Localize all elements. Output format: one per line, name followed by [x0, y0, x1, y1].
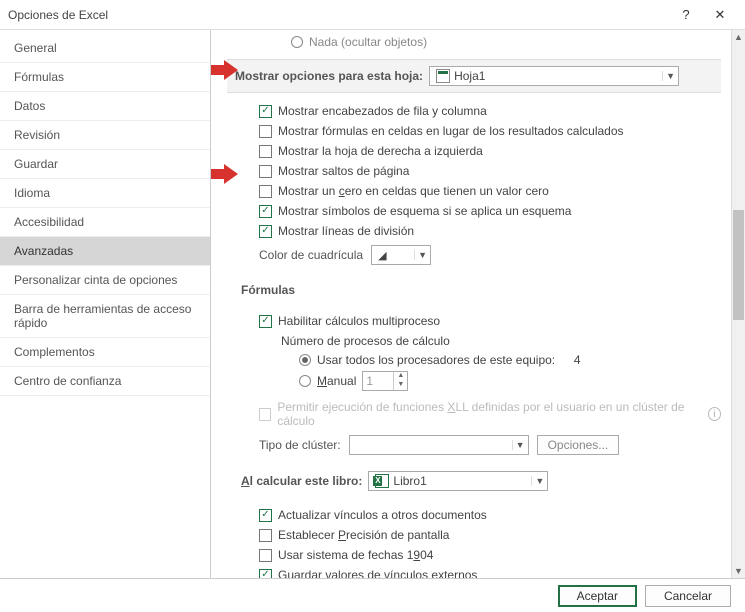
category-sidebar: General Fórmulas Datos Revisión Guardar …: [0, 30, 211, 578]
chk-precision[interactable]: [259, 529, 272, 542]
sidebar-item-save[interactable]: Guardar: [0, 150, 210, 179]
sidebar-item-general[interactable]: General: [0, 34, 210, 63]
sidebar-item-advanced[interactable]: Avanzadas: [0, 237, 210, 266]
excel-workbook-icon: [375, 474, 389, 488]
spin-down-icon[interactable]: ▼: [393, 381, 407, 390]
title-bar: Opciones de Excel ? ✕: [0, 0, 745, 30]
chk-outline-symbols-label: Mostrar símbolos de esquema si se aplica…: [278, 204, 571, 218]
section-sheet-options: Mostrar opciones para esta hoja: Hoja1 ▼: [227, 59, 721, 93]
chk-show-zero[interactable]: [259, 185, 272, 198]
help-button[interactable]: ?: [669, 0, 703, 30]
scroll-thumb[interactable]: [733, 210, 744, 320]
sidebar-item-language[interactable]: Idioma: [0, 179, 210, 208]
scroll-down-icon[interactable]: ▼: [732, 564, 745, 578]
cluster-type-label: Tipo de clúster:: [259, 438, 341, 452]
chk-save-ext-links[interactable]: [259, 569, 272, 579]
workbook-selector[interactable]: Libro1 ▼: [368, 471, 548, 491]
radio-manual-procs-label: Manual: [317, 374, 356, 388]
grid-color-picker[interactable]: ◢ ▼: [371, 245, 431, 265]
chk-update-links[interactable]: [259, 509, 272, 522]
close-button[interactable]: ✕: [703, 0, 737, 30]
chk-show-formulas-label: Mostrar fórmulas en celdas en lugar de l…: [278, 124, 624, 138]
chk-gridlines-label: Mostrar líneas de división: [278, 224, 414, 238]
chevron-down-icon: ▼: [662, 71, 678, 81]
chk-multiproc-label: Habilitar cálculos multiproceso: [278, 314, 440, 328]
chk-multiproc[interactable]: [259, 315, 272, 328]
sidebar-item-customize-ribbon[interactable]: Personalizar cinta de opciones: [0, 266, 210, 295]
chk-1904-label: Usar sistema de fechas 1904: [278, 548, 433, 562]
sidebar-item-trust-center[interactable]: Centro de confianza: [0, 367, 210, 396]
cluster-options-button: Opciones...: [537, 435, 620, 455]
section-formulas: Fórmulas: [241, 275, 721, 303]
chk-xll-cluster-label: Permitir ejecución de funciones XLL defi…: [277, 400, 697, 428]
manual-proc-input[interactable]: [363, 372, 393, 390]
radio-hide-objects[interactable]: [291, 36, 303, 48]
annotation-arrow-2: [211, 164, 243, 186]
chk-page-breaks-label: Mostrar saltos de página: [278, 164, 409, 178]
sidebar-item-formulas[interactable]: Fórmulas: [0, 63, 210, 92]
radio-manual-procs[interactable]: [299, 375, 311, 387]
grid-color-label: Color de cuadrícula: [259, 248, 363, 262]
section-calc-book: Al calcular este libro: Libro1 ▼: [241, 465, 721, 497]
chk-precision-label: Establecer Precisión de pantalla: [278, 528, 449, 542]
sidebar-item-addins[interactable]: Complementos: [0, 338, 210, 367]
chk-rtl-sheet-label: Mostrar la hoja de derecha a izquierda: [278, 144, 483, 158]
sidebar-item-proofing[interactable]: Revisión: [0, 121, 210, 150]
chevron-down-icon: ▼: [512, 440, 528, 450]
radio-hide-objects-label: Nada (ocultar objetos): [309, 35, 427, 49]
chevron-down-icon: ▼: [414, 250, 430, 260]
worksheet-icon: [436, 69, 450, 83]
chk-row-col-headers[interactable]: [259, 105, 272, 118]
chk-page-breaks[interactable]: [259, 165, 272, 178]
chevron-down-icon: ▼: [531, 476, 547, 486]
spin-up-icon[interactable]: ▲: [393, 372, 407, 381]
radio-use-all-procs[interactable]: [299, 354, 311, 366]
proc-count-label: Número de procesos de cálculo: [241, 331, 721, 351]
radio-use-all-procs-label: Usar todos los procesadores de este equi…: [317, 353, 555, 367]
manual-proc-spinner[interactable]: ▲▼: [362, 371, 408, 391]
cancel-button[interactable]: Cancelar: [645, 585, 731, 607]
chk-show-zero-label: Mostrar un cero en celdas que tienen un …: [278, 184, 549, 198]
vertical-scrollbar[interactable]: ▲ ▼: [731, 30, 745, 578]
chk-rtl-sheet[interactable]: [259, 145, 272, 158]
section-sheet-options-label: Mostrar opciones para esta hoja:: [235, 69, 423, 83]
chk-show-formulas[interactable]: [259, 125, 272, 138]
section-calc-book-label: Al calcular este libro:: [241, 474, 362, 488]
bucket-icon: ◢: [378, 249, 386, 262]
chk-save-ext-links-label: Guardar valores de vínculos externos: [278, 568, 477, 578]
ok-button[interactable]: Aceptar: [558, 585, 637, 607]
window-title: Opciones de Excel: [8, 8, 669, 22]
cluster-type-combo[interactable]: ▼: [349, 435, 529, 455]
annotation-arrow-1: [211, 60, 243, 82]
sidebar-item-quick-access[interactable]: Barra de herramientas de acceso rápido: [0, 295, 210, 338]
dialog-footer: Aceptar Cancelar: [0, 578, 745, 612]
sidebar-item-data[interactable]: Datos: [0, 92, 210, 121]
info-icon[interactable]: i: [708, 407, 721, 421]
chk-gridlines[interactable]: [259, 225, 272, 238]
sheet-selector[interactable]: Hoja1 ▼: [429, 66, 679, 86]
chk-1904[interactable]: [259, 549, 272, 562]
chk-outline-symbols[interactable]: [259, 205, 272, 218]
scroll-up-icon[interactable]: ▲: [732, 30, 745, 44]
proc-count-value: 4: [574, 353, 581, 367]
chk-xll-cluster: [259, 408, 271, 421]
workbook-selector-value: Libro1: [393, 474, 426, 488]
content-area: Nada (ocultar objetos) Mostrar opciones …: [211, 30, 745, 578]
chk-row-col-headers-label: Mostrar encabezados de fila y columna: [278, 104, 487, 118]
sheet-selector-value: Hoja1: [454, 69, 485, 83]
chk-update-links-label: Actualizar vínculos a otros documentos: [278, 508, 487, 522]
sidebar-item-accessibility[interactable]: Accesibilidad: [0, 208, 210, 237]
